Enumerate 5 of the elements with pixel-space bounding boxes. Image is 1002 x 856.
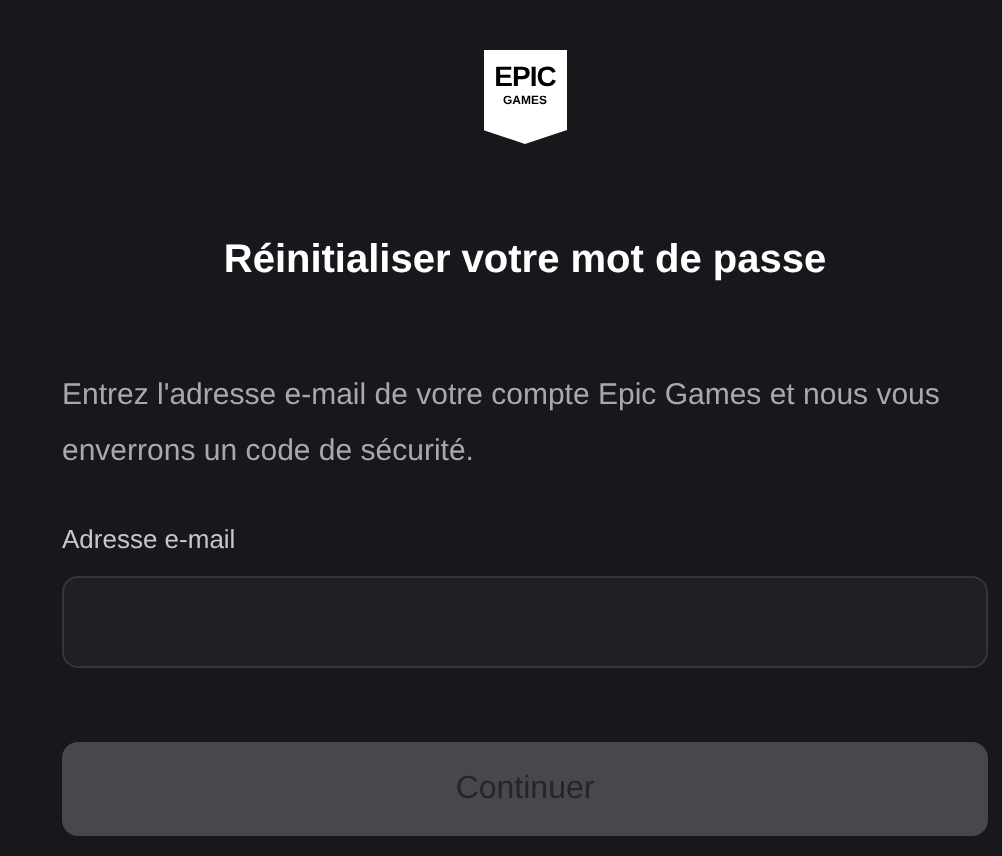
page-title: Réinitialiser votre mot de passe <box>221 236 829 286</box>
description-text: Entrez l'adresse e-mail de votre compte Epic Games et nous vous enverrons un code de sécurité. <box>62 376 942 472</box>
field-label: Adresse e-mail <box>62 524 238 556</box>
logo-text: EPIC <box>494 62 556 92</box>
email-field[interactable] <box>62 576 988 668</box>
